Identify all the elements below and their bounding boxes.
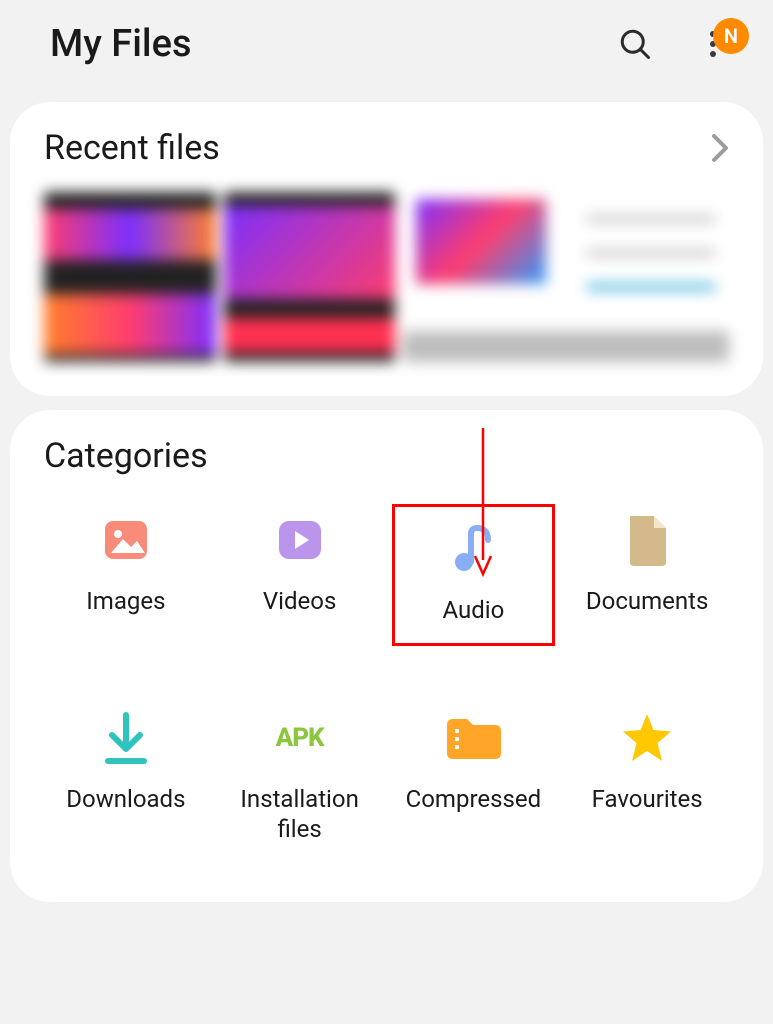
recent-files-card: Recent files xyxy=(10,102,763,396)
avatar-initial: N xyxy=(724,24,738,48)
category-documents[interactable]: Documents xyxy=(565,504,729,646)
recent-thumb[interactable] xyxy=(224,192,396,362)
category-audio[interactable]: Audio xyxy=(392,504,556,646)
category-downloads[interactable]: Downloads xyxy=(44,702,208,852)
profile-avatar[interactable]: N xyxy=(713,18,749,54)
recent-files-thumbnails[interactable] xyxy=(44,192,729,362)
document-icon xyxy=(619,512,675,568)
star-icon xyxy=(619,710,675,766)
category-label: Videos xyxy=(263,586,336,616)
category-label: Images xyxy=(86,586,165,616)
category-label: Installation files xyxy=(218,784,382,844)
compressed-icon xyxy=(445,710,501,766)
audio-icon xyxy=(445,521,501,577)
categories-grid: Images Videos Audio xyxy=(44,504,729,852)
video-icon xyxy=(272,512,328,568)
recent-files-header[interactable]: Recent files xyxy=(44,128,729,168)
category-label: Compressed xyxy=(406,784,542,814)
category-favourites[interactable]: Favourites xyxy=(565,702,729,852)
page-title: My Files xyxy=(50,22,615,66)
apk-icon: APK xyxy=(272,710,328,766)
recent-thumb[interactable] xyxy=(44,192,216,362)
search-icon xyxy=(617,26,653,62)
category-compressed[interactable]: Compressed xyxy=(392,702,556,852)
recent-files-title: Recent files xyxy=(44,128,711,168)
categories-title: Categories xyxy=(44,436,729,476)
category-installation-files[interactable]: APK Installation files xyxy=(218,702,382,852)
search-button[interactable] xyxy=(615,24,655,64)
category-label: Favourites xyxy=(592,784,703,814)
category-images[interactable]: Images xyxy=(44,504,208,646)
chevron-right-icon xyxy=(711,133,729,163)
app-header: My Files xyxy=(0,0,773,88)
image-icon xyxy=(98,512,154,568)
download-icon xyxy=(98,710,154,766)
category-label: Downloads xyxy=(66,784,185,814)
category-label: Documents xyxy=(586,586,709,616)
category-videos[interactable]: Videos xyxy=(218,504,382,646)
categories-card: Categories Images Videos xyxy=(10,410,763,902)
category-label: Audio xyxy=(442,595,504,625)
recent-thumb[interactable] xyxy=(403,192,729,362)
